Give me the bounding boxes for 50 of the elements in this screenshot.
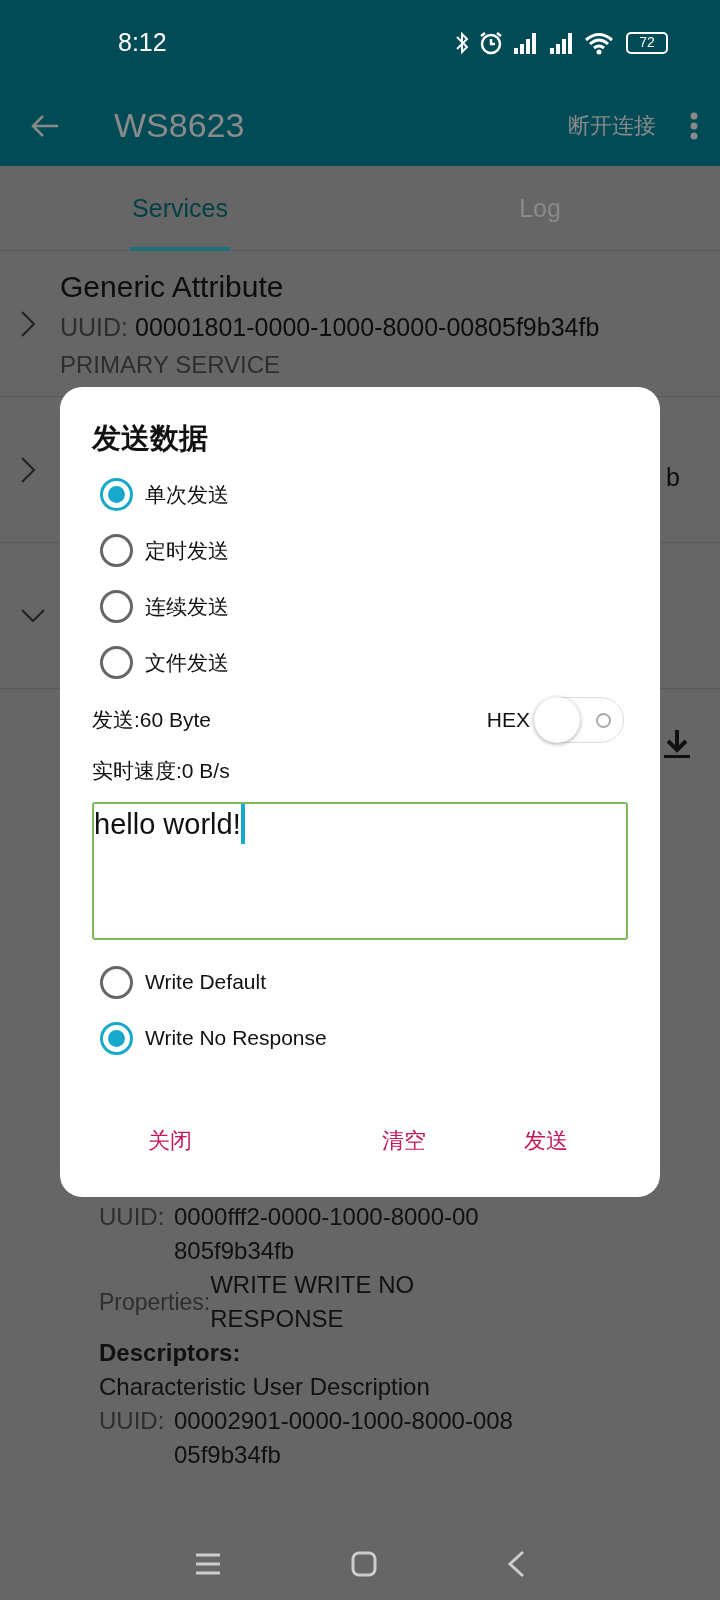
sent-count: 发送:60 Byte <box>92 706 212 733</box>
chevron-right-icon[interactable] <box>20 456 36 484</box>
descriptor-name: Characteristic User Description <box>99 1372 431 1402</box>
hex-label: HEX <box>486 706 530 733</box>
chevron-down-icon[interactable] <box>20 608 46 624</box>
radio-button[interactable] <box>100 1021 133 1055</box>
wifi-icon <box>584 30 614 55</box>
service-type: PRIMARY SERVICE <box>60 349 282 380</box>
radio-option[interactable]: Write Default <box>92 954 628 1010</box>
download-icon[interactable] <box>662 728 692 760</box>
uuid-value: 0000fff2-0000-1000-8000-00 805f9b34fb <box>174 1202 479 1266</box>
properties-value: WRITE WRITE NO RESPONSE <box>210 1270 415 1334</box>
bluetooth-icon <box>454 29 470 56</box>
uuid-value: 00002901-0000-1000-8000-008 05f9b34fb <box>174 1406 513 1470</box>
properties-label: Properties: <box>99 1289 211 1317</box>
radio-option[interactable]: 连续发送 <box>92 578 628 635</box>
dialog-button[interactable]: 关闭 <box>132 1116 208 1165</box>
service-name: Generic Attribute <box>60 269 285 306</box>
descriptors-heading: Descriptors: <box>99 1338 242 1368</box>
app-title: WS8623 <box>114 105 246 146</box>
dialog-button[interactable]: 清空 <box>366 1116 442 1165</box>
radio-option[interactable]: 文件发送 <box>92 634 628 691</box>
back-icon[interactable] <box>507 1550 525 1578</box>
text-cursor <box>240 804 245 844</box>
radio-button[interactable] <box>100 478 133 511</box>
radio-option[interactable]: Write No Response <box>92 1010 628 1066</box>
radio-button[interactable] <box>100 646 133 679</box>
battery-indicator: 72 <box>626 31 668 54</box>
status-time: 8:12 <box>118 26 167 58</box>
dialog-title: 发送数据 <box>92 421 209 456</box>
menu-icon[interactable] <box>195 1553 221 1575</box>
home-icon[interactable] <box>351 1551 377 1577</box>
uuid-label: UUID: <box>60 313 129 342</box>
speed-text: 实时速度:0 B/s <box>92 757 231 784</box>
message-field[interactable]: hello world! <box>92 802 628 940</box>
radio-option[interactable]: 单次发送 <box>92 466 628 523</box>
uuid-value: b <box>666 462 680 493</box>
back-icon[interactable] <box>30 112 60 139</box>
dialog-button[interactable]: 发送 <box>508 1116 584 1165</box>
alarm-icon <box>478 29 504 56</box>
uuid-label: UUID: <box>99 1406 166 1436</box>
radio-button[interactable] <box>100 534 133 567</box>
chevron-right-icon[interactable] <box>20 310 36 338</box>
radio-button[interactable] <box>100 965 133 999</box>
hex-switch[interactable] <box>534 696 624 743</box>
radio-option[interactable]: 定时发送 <box>92 522 628 579</box>
uuid-value: 00001801-0000-1000-8000-00805f9b34fb <box>135 313 600 342</box>
radio-button[interactable] <box>100 590 133 623</box>
uuid-label: UUID: <box>99 1202 166 1232</box>
more-icon[interactable] <box>690 111 698 140</box>
